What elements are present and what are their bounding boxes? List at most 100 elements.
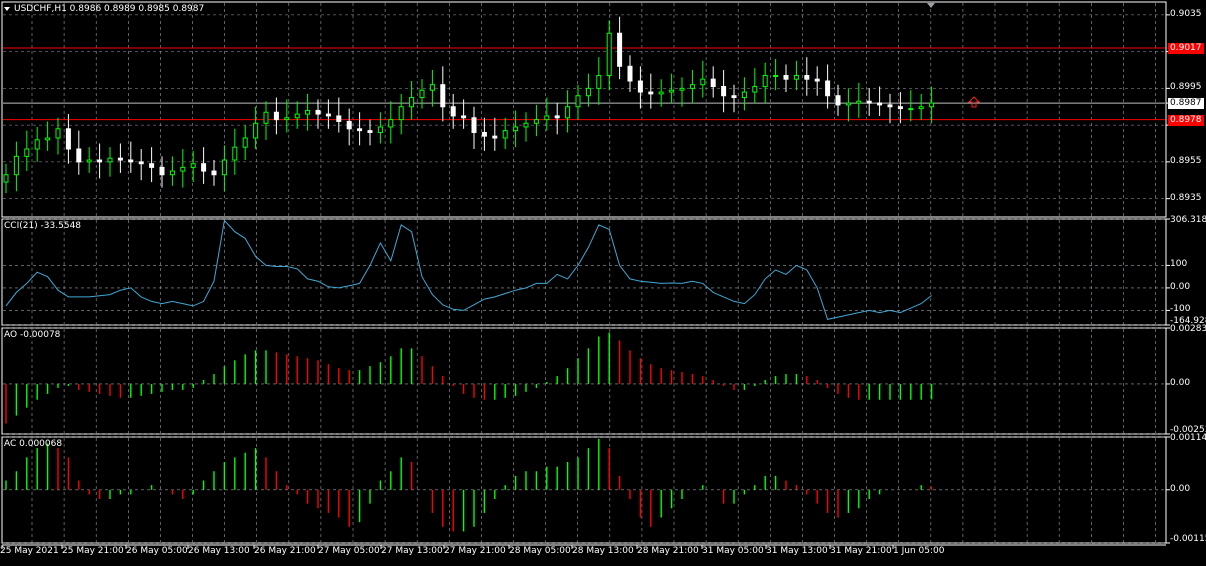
candle-body: [273, 111, 279, 121]
x-axis-time-label: 27 May 05:00: [318, 546, 380, 556]
x-axis-time-label: 26 May 13:00: [188, 546, 250, 556]
candle-body: [877, 102, 883, 106]
candle-body: [107, 157, 113, 163]
symbol-menu-triangle-icon[interactable]: [4, 7, 10, 11]
cci-pane-title: CCI(21) -33.5548: [4, 221, 82, 231]
cci-line: [5, 219, 932, 320]
x-axis-time-label: 27 May 21:00: [444, 546, 506, 556]
candle-body: [24, 148, 30, 157]
candle-body: [783, 75, 789, 80]
candle-body: [13, 155, 19, 176]
candle-body: [149, 163, 155, 168]
cci-pane-frame: [1, 218, 1167, 326]
price-pane-y-tick-label: 0.8995: [1170, 82, 1202, 93]
candle-body: [45, 137, 51, 141]
candle-body: [128, 159, 134, 163]
candle-body: [86, 159, 92, 163]
trading-chart-canvas[interactable]: [0, 0, 1206, 566]
candle-body: [180, 166, 186, 172]
candle-body: [429, 84, 435, 91]
candle-body: [637, 80, 643, 93]
candle-body: [752, 86, 758, 93]
candle-body: [117, 157, 123, 161]
candle-body: [533, 119, 539, 124]
candle-body: [544, 115, 550, 121]
candle-body: [242, 137, 248, 148]
x-axis-time-label: 31 May 21:00: [830, 546, 892, 556]
candle-body: [908, 108, 914, 111]
candle-body: [835, 95, 841, 106]
ac-pane-title: AC 0.000068: [4, 439, 63, 449]
candle-body: [315, 109, 321, 115]
ac-pane-y-tick-label: 0.00114: [1170, 433, 1206, 443]
candle-body: [419, 89, 425, 99]
candle-body: [606, 32, 612, 77]
candle-body: [253, 122, 259, 139]
cci-pane-y-tick-label: 0.00: [1170, 281, 1191, 292]
candle-body: [409, 97, 415, 108]
candle-body: [648, 91, 654, 95]
ac-pane-y-tick-label: 0.00: [1170, 483, 1191, 494]
candle-body: [159, 166, 165, 176]
price-pane-y-tick-label: 0.9035: [1170, 8, 1202, 19]
candle-body: [617, 32, 623, 67]
x-axis-time-label: 25 May 2021: [0, 546, 59, 556]
candle-body: [887, 104, 893, 108]
candle-body: [866, 100, 872, 104]
candle-body: [190, 163, 196, 168]
candle-body: [221, 159, 227, 176]
candle-body: [169, 170, 175, 176]
candle-body: [450, 106, 456, 117]
cci-pane-y-tick-label: -100: [1170, 304, 1191, 315]
x-axis-time-label: 28 May 21:00: [637, 546, 699, 556]
candle-body: [804, 75, 810, 80]
candle-body: [325, 113, 331, 117]
candle-body: [377, 126, 383, 133]
candle-body: [825, 80, 831, 97]
x-axis-time-label: 1 Jun 05:00: [893, 546, 945, 556]
candle-body: [523, 122, 529, 128]
candle-body: [897, 106, 903, 110]
candle-body: [201, 163, 207, 172]
candle-body: [856, 100, 862, 104]
x-axis-time-label: 26 May 21:00: [254, 546, 316, 556]
candle-body: [55, 128, 61, 139]
x-axis-time-label: 28 May 13:00: [572, 546, 634, 556]
cci-pane-y-tick-label: 100: [1170, 259, 1188, 270]
candle-body: [845, 102, 851, 106]
candle-body: [658, 91, 664, 95]
candle-body: [689, 84, 695, 89]
candle-body: [97, 159, 103, 163]
chart-shift-marker-icon[interactable]: [927, 3, 935, 8]
candle-body: [773, 75, 779, 78]
price-pane-y-tick-label: 0.8955: [1170, 155, 1202, 166]
price-level-tag: 0.9017: [1168, 42, 1204, 54]
candle-body: [284, 117, 290, 121]
candle-body: [76, 148, 82, 163]
candle-body: [502, 130, 508, 139]
ac-pane-y-tick-label: -0.00115: [1170, 534, 1206, 544]
candle-body: [232, 146, 238, 161]
bid-price-tag: 0.8987: [1168, 98, 1204, 110]
candle-body: [721, 86, 727, 97]
candle-body: [596, 75, 602, 89]
candle-body: [34, 139, 40, 150]
x-axis-time-label: 28 May 05:00: [509, 546, 571, 556]
candle-body: [263, 111, 269, 124]
candle-body: [565, 106, 571, 119]
candle-body: [336, 115, 342, 122]
x-axis-time-label: 27 May 13:00: [381, 546, 443, 556]
x-axis-time-label: 25 May 21:00: [62, 546, 124, 556]
price-pane-title: USDCHF,H1 0.8986 0.8989 0.8985 0.8987: [14, 4, 205, 14]
candle-body: [440, 84, 446, 108]
red-up-arrow-icon: [967, 96, 981, 108]
candle-body: [669, 89, 675, 93]
candle-body: [585, 87, 591, 97]
candle-body: [461, 115, 467, 119]
candle-body: [65, 128, 71, 150]
x-axis-time-label: 26 May 05:00: [126, 546, 188, 556]
candle-body: [814, 78, 820, 82]
price-pane-y-tick-label: 0.8935: [1170, 192, 1202, 203]
candle-body: [398, 106, 404, 121]
candle-body: [929, 102, 935, 108]
